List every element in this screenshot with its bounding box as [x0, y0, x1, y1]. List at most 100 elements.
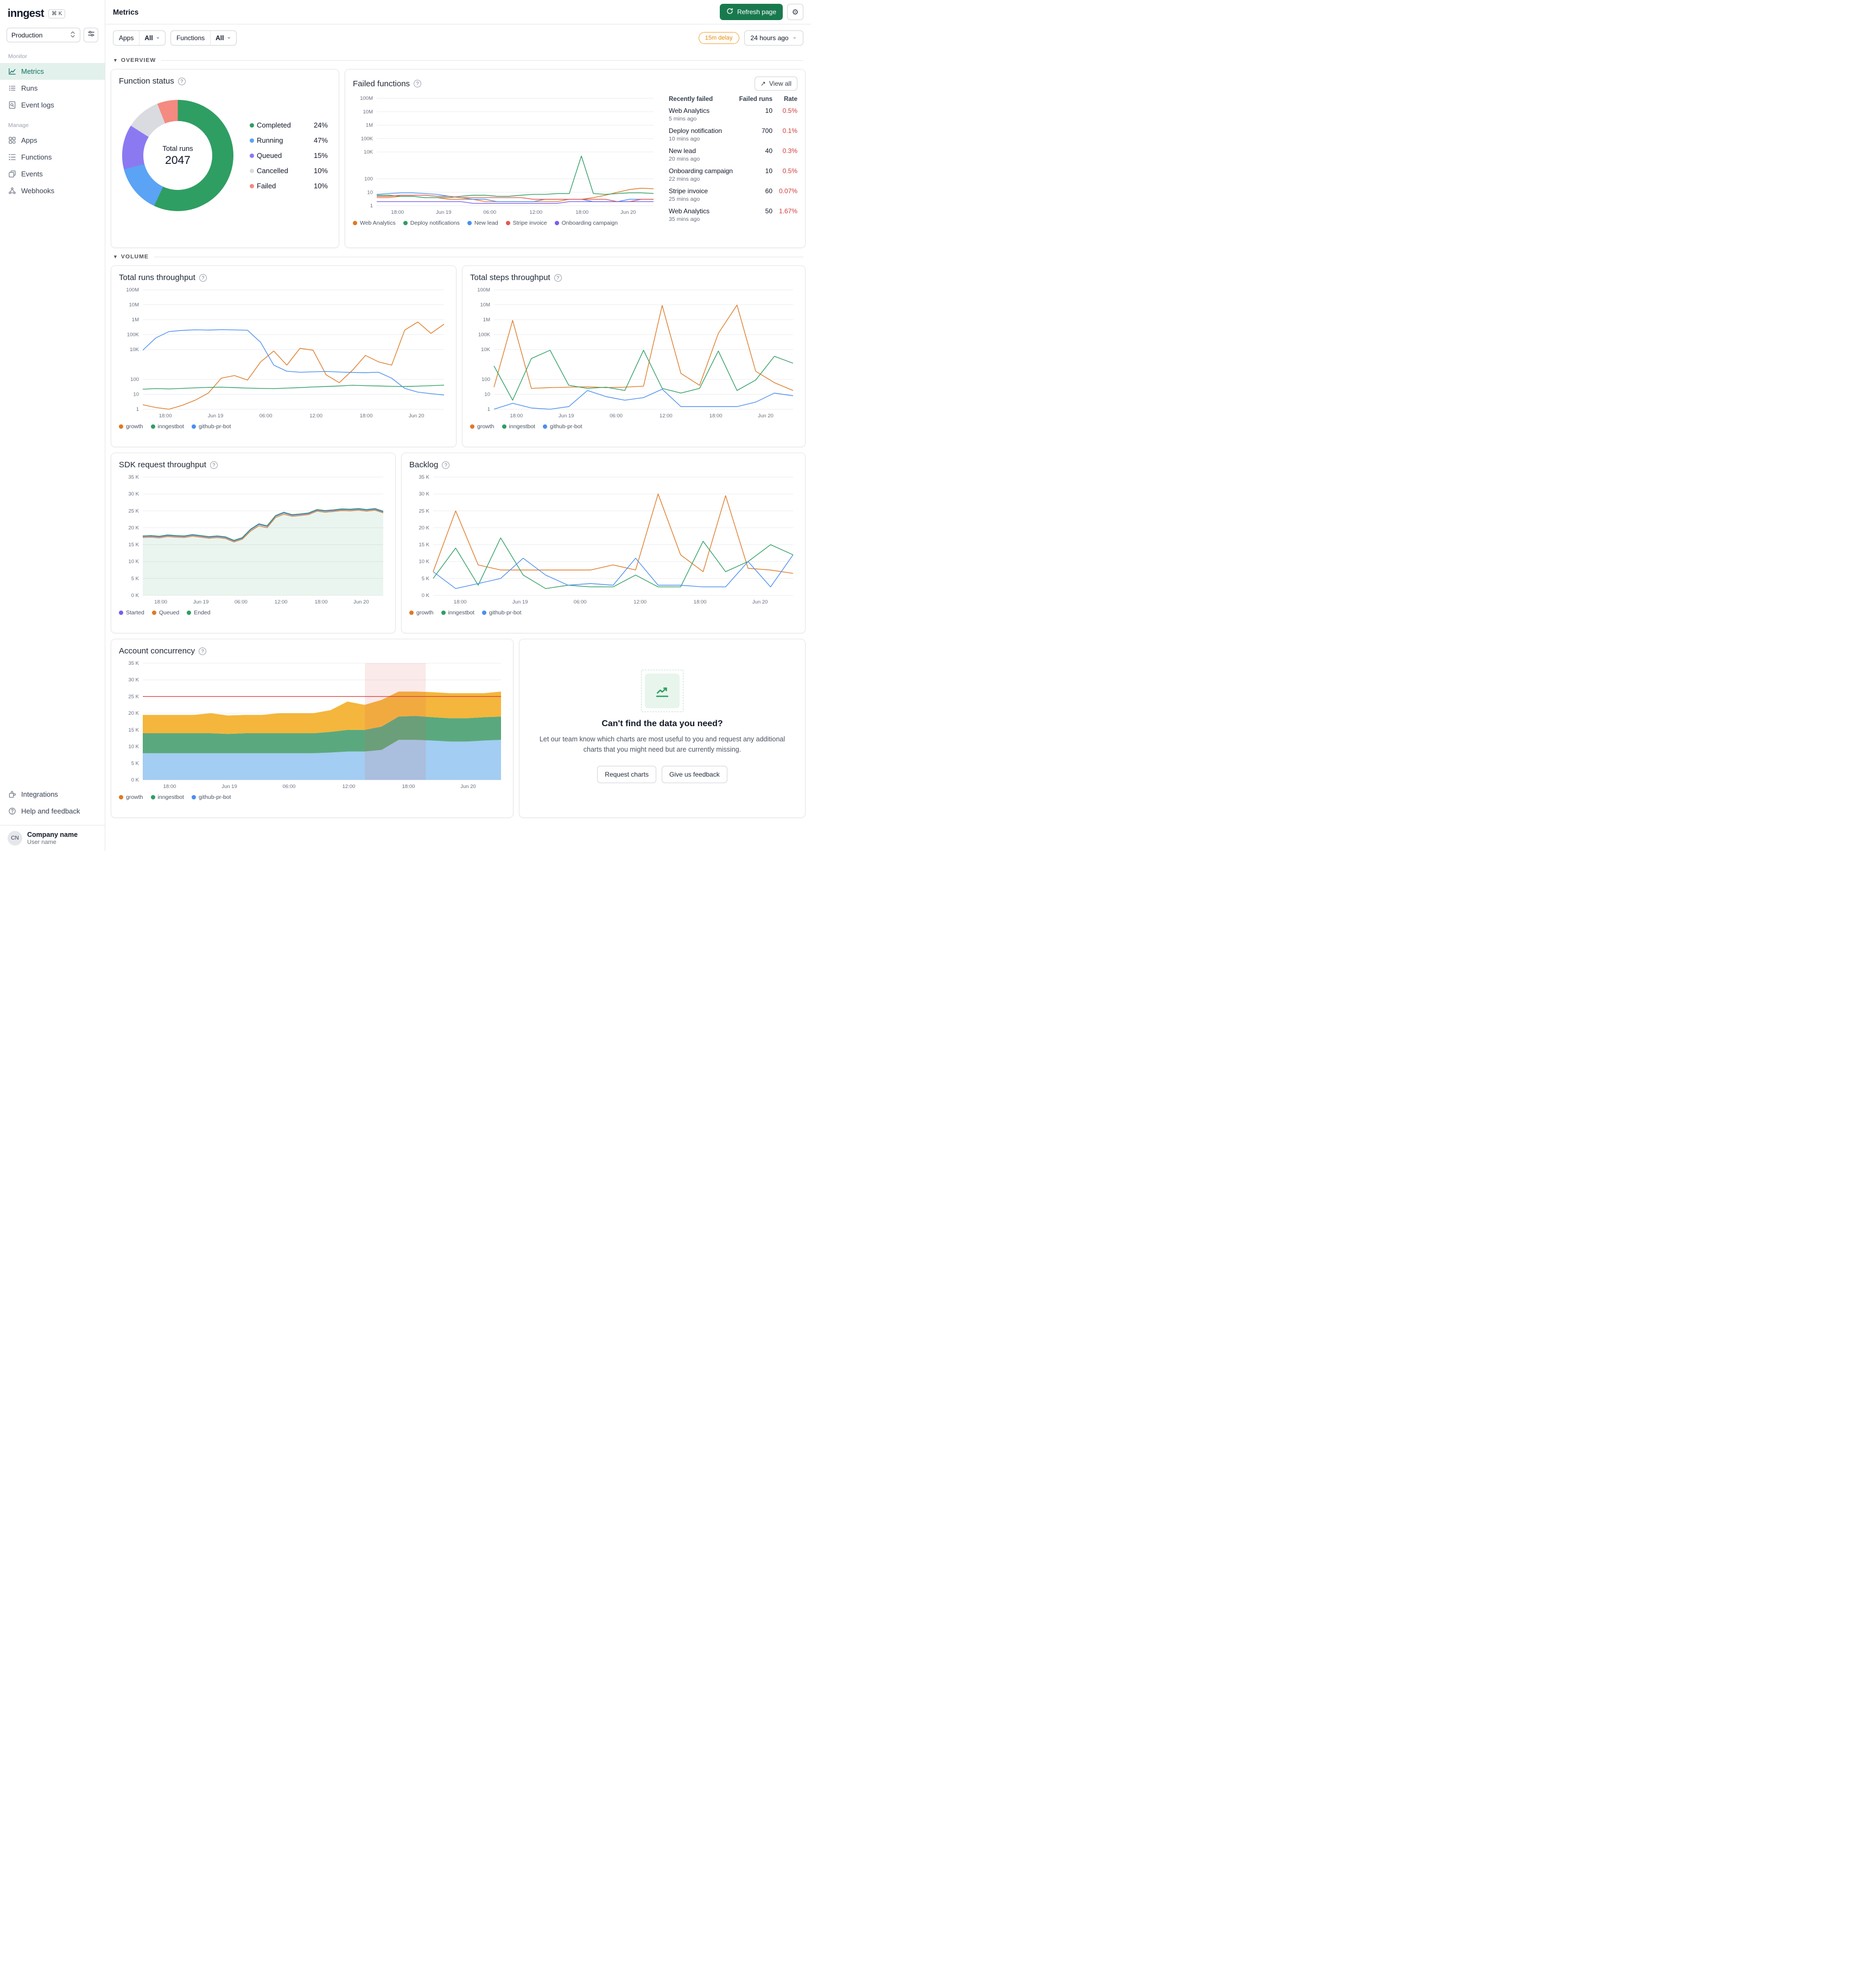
sidebar-item-metrics[interactable]: Metrics: [0, 63, 105, 80]
svg-text:5 K: 5 K: [131, 760, 140, 766]
help-icon[interactable]: ?: [199, 647, 207, 655]
svg-text:25 K: 25 K: [419, 508, 429, 514]
sidebar-item-webhooks[interactable]: Webhooks: [0, 182, 105, 199]
inngest-logo[interactable]: inngest: [8, 8, 45, 20]
legend-item: Deploy notifications: [403, 220, 460, 226]
legend-item: Onboarding campaign: [554, 220, 618, 226]
svg-text:Jun 20: Jun 20: [752, 599, 768, 605]
svg-text:Jun 20: Jun 20: [620, 209, 636, 215]
help-icon[interactable]: ?: [178, 77, 186, 85]
account-menu[interactable]: CN Company name User name: [0, 825, 105, 851]
function-status-card: Function status ? Total runs 2047 Comple…: [111, 69, 339, 248]
svg-text:18:00: 18:00: [694, 599, 707, 605]
svg-text:Jun 20: Jun 20: [758, 413, 774, 419]
legend-item: Queued: [151, 609, 179, 616]
backlog-chart: 35 K 30 K 25 K 20 K 15 K 10 K 5 K 0 K 18:00 Jun 1…: [409, 474, 797, 606]
environment-filter-button[interactable]: [84, 28, 98, 42]
status-legend-item: Completed 24%: [250, 121, 328, 129]
svg-text:06:00: 06:00: [259, 413, 272, 419]
sidebar-item-apps[interactable]: Apps: [0, 132, 105, 149]
table-row[interactable]: Web Analytics 5 mins ago 10 0.5%: [669, 107, 797, 122]
svg-text:Jun 19: Jun 19: [208, 413, 224, 419]
function-status-donut: Total runs 2047: [122, 100, 233, 211]
sidebar-item-integrations[interactable]: Integrations: [0, 786, 105, 803]
svg-text:18:00: 18:00: [575, 209, 588, 215]
status-legend-item: Queued 15%: [250, 151, 328, 160]
environment-selector[interactable]: Production: [7, 28, 80, 42]
give-feedback-button[interactable]: Give us feedback: [662, 765, 727, 783]
functions-filter[interactable]: Functions All ⌄: [170, 30, 237, 46]
svg-text:06:00: 06:00: [574, 599, 587, 605]
svg-text:100: 100: [130, 377, 139, 383]
metrics-icon: [8, 67, 16, 75]
collapse-caret-icon[interactable]: ▼: [113, 254, 118, 259]
svg-text:06:00: 06:00: [483, 209, 496, 215]
runs-icon: [8, 84, 16, 92]
sidebar-nav: Monitor Metrics Runs Event logs Manage Apps Fu…: [0, 45, 105, 199]
legend-item: Web Analytics: [353, 220, 396, 226]
table-row[interactable]: Deploy notification 10 mins ago 700 0.1%: [669, 127, 797, 142]
svg-text:1: 1: [136, 406, 139, 412]
table-row[interactable]: New lead 20 mins ago 40 0.3%: [669, 147, 797, 162]
time-range-selector[interactable]: 24 hours ago ⌄: [744, 30, 803, 46]
help-icon[interactable]: ?: [442, 461, 450, 469]
apps-icon: [8, 136, 16, 144]
sidebar-item-help-and-feedback[interactable]: Help and feedback: [0, 803, 105, 820]
collapse-caret-icon[interactable]: ▼: [113, 58, 118, 63]
svg-text:18:00: 18:00: [154, 599, 167, 605]
overview-section-header: ▼ OVERVIEW: [113, 57, 803, 63]
request-charts-button[interactable]: Request charts: [597, 765, 656, 783]
legend-item: growth: [470, 423, 495, 430]
event-logs-icon: [8, 101, 16, 109]
table-row[interactable]: Stripe invoice 25 mins ago 60 0.07%: [669, 187, 797, 202]
sidebar-item-events[interactable]: Events: [0, 166, 105, 182]
sdk-request-legend: Started Queued Ended: [119, 609, 388, 616]
help-icon[interactable]: ?: [210, 461, 218, 469]
refresh-page-button[interactable]: Refresh page: [719, 4, 783, 20]
svg-text:18:00: 18:00: [709, 413, 722, 419]
view-all-button[interactable]: ↗ View all: [754, 77, 797, 91]
svg-text:18:00: 18:00: [159, 413, 172, 419]
chevron-down-icon: ⌄: [226, 34, 231, 40]
legend-item: growth: [119, 794, 143, 801]
svg-text:Jun 20: Jun 20: [460, 784, 476, 790]
help-icon[interactable]: ?: [199, 274, 207, 282]
functions-icon: [8, 153, 16, 161]
chevron-up-down-icon: [70, 31, 75, 40]
sidebar-item-runs[interactable]: Runs: [0, 80, 105, 97]
webhooks-icon: [8, 187, 16, 195]
settings-button[interactable]: ⚙: [787, 4, 803, 20]
table-row[interactable]: Onboarding campaign 22 mins ago 10 0.5%: [669, 167, 797, 182]
svg-text:5 K: 5 K: [131, 576, 140, 582]
total-steps-legend: growth inngestbot github-pr-bot: [470, 423, 797, 430]
sdk-request-chart: 35 K 30 K 25 K 20 K 15 K 10 K 5 K 0 K 18:00 Jun 1…: [119, 474, 388, 606]
help-icon[interactable]: ?: [554, 274, 562, 282]
svg-text:100K: 100K: [361, 136, 373, 142]
sidebar-item-event-logs[interactable]: Event logs: [0, 97, 105, 113]
account-concurrency-legend: growth inngestbot github-pr-bot: [119, 794, 505, 801]
svg-text:10M: 10M: [129, 302, 140, 308]
volume-section-header: ▼ VOLUME: [113, 253, 803, 260]
svg-text:35 K: 35 K: [128, 474, 139, 480]
legend-item: inngestbot: [441, 609, 474, 616]
apps-filter[interactable]: Apps All ⌄: [113, 30, 166, 46]
help-icon[interactable]: ?: [414, 80, 422, 87]
events-icon: [8, 170, 16, 178]
svg-text:1M: 1M: [483, 317, 490, 323]
svg-text:30 K: 30 K: [128, 677, 139, 683]
svg-text:15 K: 15 K: [128, 542, 139, 548]
total-steps-throughput-card: Total steps throughput ? 100M 10M 1M 100K 10…: [462, 265, 806, 447]
svg-text:35 K: 35 K: [419, 474, 429, 480]
svg-text:Jun 20: Jun 20: [353, 599, 369, 605]
table-row[interactable]: Web Analytics 35 mins ago 50 1.67%: [669, 207, 797, 223]
legend-item: github-pr-bot: [191, 794, 231, 801]
legend-item: growth: [409, 609, 434, 616]
svg-text:0 K: 0 K: [131, 777, 140, 783]
svg-text:18:00: 18:00: [163, 784, 176, 790]
gear-icon: ⚙: [791, 7, 799, 16]
command-k-shortcut[interactable]: ⌘ K: [48, 9, 66, 18]
svg-text:10K: 10K: [481, 347, 491, 353]
svg-text:20 K: 20 K: [128, 525, 139, 531]
sidebar-item-functions[interactable]: Functions: [0, 149, 105, 166]
total-runs-throughput-card: Total runs throughput ? 100M 10M 1M 100K 10K…: [111, 265, 457, 447]
